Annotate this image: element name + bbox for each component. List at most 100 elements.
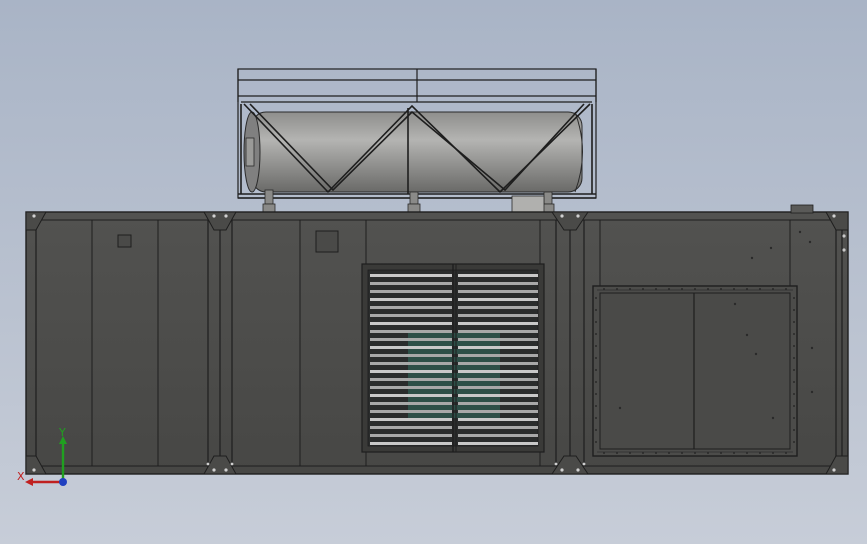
rivet (595, 321, 597, 323)
louver-slat (458, 354, 538, 357)
rivet (595, 297, 597, 299)
x-axis-label: X (17, 470, 25, 483)
rivet (733, 288, 735, 290)
louver-slat (370, 306, 452, 309)
rivet (595, 357, 597, 359)
rivet (720, 452, 722, 454)
rivet (595, 333, 597, 335)
y-axis-label: Y (58, 426, 66, 439)
rivet (681, 452, 683, 454)
rivet (668, 288, 670, 290)
rivet (785, 452, 787, 454)
engine-glimpse (408, 405, 500, 410)
cad-viewport[interactable]: Y X (0, 0, 867, 544)
louver-slat (370, 290, 452, 293)
engine-glimpse (408, 349, 500, 354)
rivet (772, 452, 774, 454)
rivet (793, 345, 795, 347)
louver-slat (458, 426, 538, 429)
louver-slat (458, 314, 538, 317)
rivet (733, 452, 735, 454)
rivet (655, 288, 657, 290)
louver-slat (458, 410, 538, 413)
rivet (793, 405, 795, 407)
rivet (694, 288, 696, 290)
louver-slat (370, 330, 452, 333)
louver-slat (370, 346, 452, 349)
louver-slat (370, 362, 452, 365)
rivet (655, 452, 657, 454)
rivet (793, 369, 795, 371)
silencer-assembly (237, 68, 597, 213)
rivet (616, 288, 618, 290)
rivet (707, 288, 709, 290)
engine-glimpse (408, 397, 500, 402)
rivet (793, 333, 795, 335)
louver-slat (370, 426, 452, 429)
louver-slat (370, 282, 452, 285)
louver-slat (458, 330, 538, 333)
louver-slat (370, 370, 452, 373)
louver-slat (370, 402, 452, 405)
exhaust-silencer-tank (243, 111, 583, 193)
louver-slat (458, 338, 538, 341)
roof-vent (790, 204, 814, 214)
louver-slat (458, 442, 538, 445)
rivet (603, 288, 605, 290)
louver-slat (458, 346, 538, 349)
louver-slat (458, 386, 538, 389)
rivet (793, 321, 795, 323)
rivet (746, 288, 748, 290)
louver-slat (458, 322, 538, 325)
louver-slat (370, 378, 452, 381)
rivet (595, 429, 597, 431)
rivet (642, 288, 644, 290)
louver-slat (458, 282, 538, 285)
rivet (793, 417, 795, 419)
radiator-outlet-panel (592, 285, 798, 457)
louver-slat (458, 378, 538, 381)
rivet (595, 381, 597, 383)
engine-glimpse (408, 413, 500, 418)
louver-slat (458, 274, 538, 277)
rivet (595, 309, 597, 311)
rivet (603, 452, 605, 454)
louver-slat (458, 434, 538, 437)
rivet (629, 452, 631, 454)
louver-slat (370, 418, 452, 421)
rivet (720, 288, 722, 290)
rivet (642, 452, 644, 454)
louver-slat (370, 434, 452, 437)
louver-slat (458, 370, 538, 373)
rivet (595, 405, 597, 407)
rivet (793, 357, 795, 359)
louver-slat (370, 410, 452, 413)
rivet (759, 288, 761, 290)
rivet (785, 288, 787, 290)
rivet (595, 393, 597, 395)
louver-slat (370, 322, 452, 325)
engine-glimpse (408, 365, 500, 370)
rivet (694, 452, 696, 454)
rivet (707, 452, 709, 454)
rivet (616, 452, 618, 454)
x-axis-arrowhead (25, 478, 33, 486)
rivet (793, 297, 795, 299)
rivet (668, 452, 670, 454)
louver-slat (458, 298, 538, 301)
intake-louver (361, 263, 545, 453)
rivet (746, 452, 748, 454)
louver-slat (458, 306, 538, 309)
rivet (595, 441, 597, 443)
louver-slat (458, 362, 538, 365)
rivet (595, 417, 597, 419)
louver-slat (458, 394, 538, 397)
louver-slat (370, 386, 452, 389)
rivet (793, 381, 795, 383)
louver-slat (370, 314, 452, 317)
z-axis-dot (59, 478, 67, 486)
louver-slat (370, 274, 452, 277)
rivet (595, 345, 597, 347)
louver-slat (370, 394, 452, 397)
engine-glimpse (408, 333, 500, 338)
